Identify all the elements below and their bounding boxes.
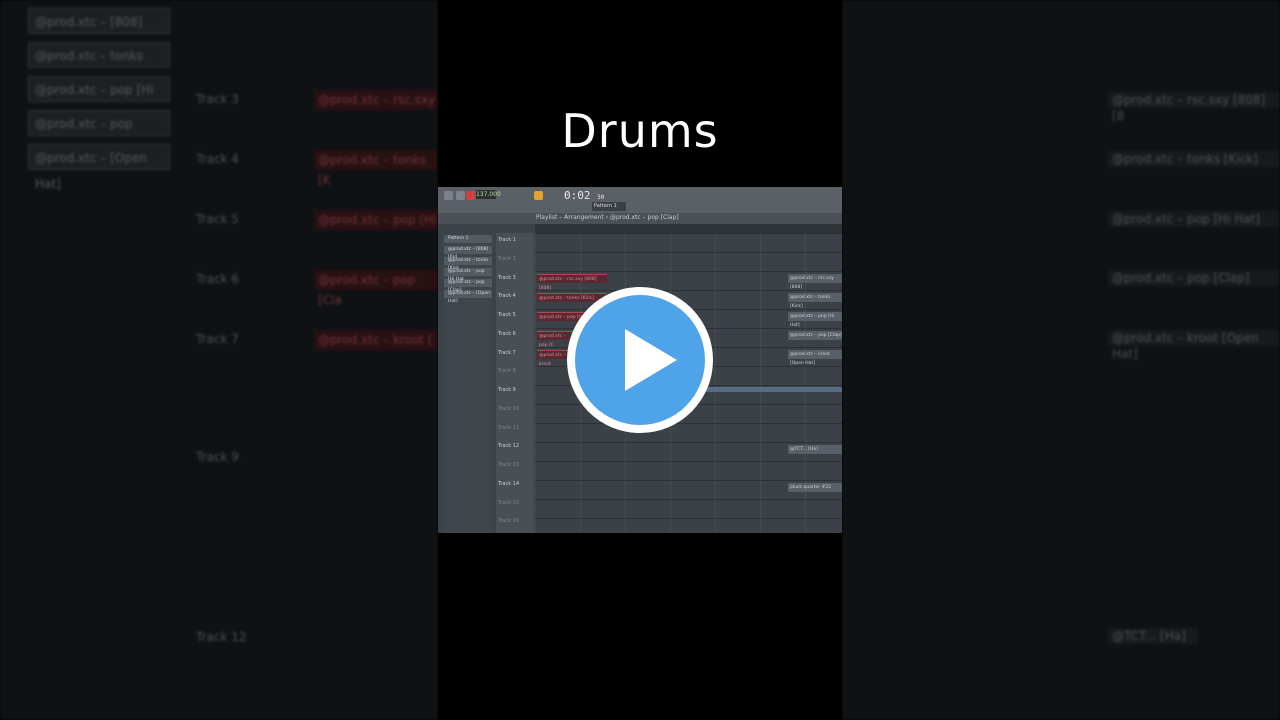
bg-clip: @prod.xtc – pop [Cla (314, 270, 438, 307)
mode-button[interactable] (534, 191, 543, 200)
bg-track-label: Track 4 (196, 152, 239, 166)
bg-clip: @prod.xtc – tonks [K (314, 150, 438, 187)
play-video-button[interactable] (567, 287, 713, 433)
bg-clip: @prod.xtc – kroot [ (314, 330, 438, 350)
bg-right-clip: @prod.xtc – tonks [Kick] (1108, 151, 1280, 167)
pattern-select[interactable]: Pattern 1 (592, 202, 626, 211)
tempo-display[interactable]: 137.000 (476, 190, 501, 199)
time-display: 0:02 30 (564, 189, 604, 202)
time-value: 0:02 (564, 189, 591, 202)
track-label[interactable]: Track 1 (498, 237, 516, 243)
track-label[interactable]: Track 15 (498, 500, 519, 506)
audio-clip[interactable]: @TCT... [Ha] (788, 445, 842, 454)
toolbar: 137.000 0:02 30 Pattern 1 (438, 187, 842, 214)
clip[interactable]: @prod.xtc – pop [C (537, 331, 573, 348)
clip[interactable]: @prod.xtc – kroot [Open Hat] (788, 350, 842, 366)
bg-right-clip: @prod.xtc – kroot [Open Hat] (1108, 330, 1280, 361)
bg-right-clip: @prod.xtc – pop [Hi Hat] (1108, 211, 1280, 227)
pattern-picker-item[interactable]: @prod.xtc – pop [Hi Hat (444, 268, 492, 282)
play-transport-button[interactable] (444, 191, 453, 200)
bg-track-label: Track 3 (196, 92, 239, 106)
clip[interactable]: @prod.xtc – tonks [Kick] (788, 293, 842, 309)
bg-track-label: Track 6 (196, 272, 239, 286)
bg-right-clip: @prod.xtc – rsc.sxy [808] [8 (1108, 92, 1280, 123)
clip[interactable]: @prod.xtc – pop [Clap] (788, 331, 842, 340)
pattern-picker-item[interactable]: Pattern 1 (444, 235, 492, 243)
track-label[interactable]: Track 2 (498, 256, 516, 262)
bg-track-label: Track 7 (196, 332, 239, 346)
track-label[interactable]: Track 9 (498, 387, 516, 393)
bg-clip: @prod.xtc – pop [Hi (314, 210, 438, 230)
play-button-circle (575, 295, 705, 425)
video-title: Drums (561, 104, 719, 158)
bg-track-label: Track 9 (196, 450, 239, 464)
track-label[interactable]: Track 10 (498, 406, 519, 412)
pattern-picker-item[interactable]: @prod.xtc – tonks [Kick (444, 257, 492, 271)
background-right: @prod.xtc – rsc.sxy [808] [8 @prod.xtc –… (842, 0, 1280, 720)
video-frame: Drums 137.000 0:02 30 Pattern 1 Playlist… (438, 0, 842, 720)
bg-pattern-item: @prod.xtc – pop [Clap] (28, 110, 170, 157)
track-label[interactable]: Track 4 (498, 293, 516, 299)
track-header-column: Track 1 Track 2 Track 3 Track 4 Track 5 Track… (496, 233, 534, 533)
clip[interactable]: @prod.xtc – rsc.sxy [808] [808] (537, 274, 607, 291)
track-label[interactable]: Track 11 (498, 425, 519, 431)
play-icon (625, 329, 677, 391)
audio-clip[interactable]: pluck quarter #22 (788, 483, 842, 492)
track-label[interactable]: Track 14 (498, 481, 519, 487)
clip[interactable]: @prod.xtc – pop [Hi Hat] (788, 312, 842, 328)
track-label[interactable]: Track 7 (498, 350, 516, 356)
track-label[interactable]: Track 5 (498, 312, 516, 318)
pattern-picker-item[interactable]: @prod.xtc – pop [Clap] (444, 279, 492, 293)
pattern-picker-item[interactable]: @prod.xtc – [808] [Rid (444, 246, 492, 260)
breadcrumb: Playlist – Arrangement › @prod.xtc – pop… (536, 214, 679, 221)
stop-button[interactable] (456, 191, 465, 200)
playlist-header: Playlist – Arrangement › @prod.xtc – pop… (438, 213, 842, 224)
pattern-picker: Pattern 1@prod.xtc – [808] [Rid@prod.xtc… (444, 235, 492, 533)
timeline-ruler[interactable] (535, 224, 842, 233)
bg-clip: @prod.xtc – rsc.sxy (314, 90, 438, 110)
bg-pattern-item: @prod.xtc – tonks [Kic (28, 42, 170, 89)
track-label[interactable]: Track 12 (498, 443, 519, 449)
track-label[interactable]: Track 13 (498, 462, 519, 468)
track-label[interactable]: Track 6 (498, 331, 516, 337)
bg-pattern-item: @prod.xtc – [808] (Rid (28, 8, 170, 55)
bg-right-clip: @TCT... [Ha] (1108, 628, 1198, 644)
track-label[interactable]: Track 16 (498, 518, 519, 524)
pattern-picker-item[interactable]: @prod.xtc – [Open Hat] (444, 290, 492, 304)
record-button[interactable] (466, 191, 475, 200)
background-left: @prod.xtc – [808] (Rid @prod.xtc – tonks… (0, 0, 438, 720)
track-label[interactable]: Track 8 (498, 368, 516, 374)
bg-pattern-item: @prod.xtc – pop [Hi Hat (28, 76, 170, 123)
bg-right-clip: @prod.xtc – pop [Clap] (1108, 270, 1280, 286)
clip[interactable]: @prod.xtc – rsc.sxy [808] (788, 274, 842, 290)
bg-pattern-item: @prod.xtc – [Open Hat] (28, 144, 170, 191)
bg-track-label: Track 12 (196, 630, 247, 644)
bg-track-label: Track 5 (196, 212, 239, 226)
track-label[interactable]: Track 3 (498, 275, 516, 281)
time-small: 30 (597, 194, 605, 201)
